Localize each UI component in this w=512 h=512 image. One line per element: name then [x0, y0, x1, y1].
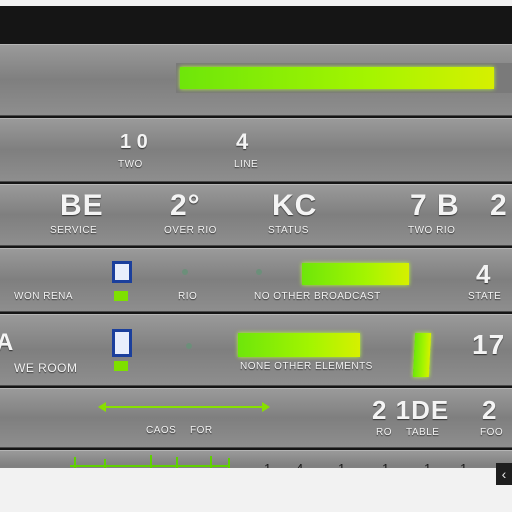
scale-tick-label: 1 [460, 461, 468, 468]
row4-left-label: WE ROOM [14, 361, 78, 375]
channel-level-icon [114, 361, 128, 371]
info-panel-6: 1 4 1 1 1 1 [0, 450, 512, 468]
chevron-left-icon[interactable]: ‹ [496, 463, 512, 485]
waveform-peak [228, 458, 230, 468]
waveform-peak [150, 455, 152, 468]
readout-right-value: 4 [236, 129, 249, 154]
row5-right-label-b: TABLE [406, 427, 440, 438]
scale-tick-label: 1 [424, 461, 432, 468]
indicator-dot [256, 269, 262, 275]
row3-mid-label: RIO [178, 291, 198, 302]
info-panel-3: WON RENA RIO NO OTHER BROADCAST 4 STATE [0, 248, 512, 312]
row4-level-bar-side [412, 333, 432, 377]
waveform-peak [210, 456, 212, 468]
row3-level-bar [302, 263, 409, 285]
arrow-right-icon [262, 402, 270, 412]
indicator-dot [182, 269, 188, 275]
scale-tick-label: 1 [264, 461, 272, 468]
channel-icon [112, 329, 132, 357]
readout-1-label: SERVICE [50, 225, 98, 236]
readout-5-value: 2 [490, 189, 508, 222]
scale-tick-label: 4 [296, 461, 304, 468]
row5-right-label-c: FOO [480, 427, 504, 438]
channel-icon [112, 261, 132, 283]
row3-right-label: STATE [468, 291, 502, 302]
readout-right-label: LINE [234, 159, 259, 170]
row4-level-bar [238, 333, 360, 357]
range-label-a: CAOS [146, 425, 177, 436]
row3-left-label: WON RENA [14, 291, 73, 302]
readout-4-value: 7 B [410, 189, 460, 222]
readout-4-label: TWO RIO [408, 225, 456, 236]
top-progress-bar [180, 67, 494, 89]
channel-level-icon [114, 291, 128, 301]
info-panel-1: 1 0 TWO 4 LINE [0, 118, 512, 182]
info-panel-2: BE SERVICE 2° OVER RIO KC STATUS 7 B TWO… [0, 184, 512, 246]
row5-right-label-a: RO [376, 427, 392, 438]
status-panel-top [0, 44, 512, 116]
row4-left-value: A [0, 329, 15, 356]
indicator-dot [186, 343, 192, 349]
readout-2-label: OVER RIO [164, 225, 217, 236]
row4-center-label: NONE OTHER ELEMENTS [240, 361, 373, 372]
readout-3-label: STATUS [268, 225, 309, 236]
arrow-left-icon [98, 402, 106, 412]
row4-right-value: 17 [472, 329, 506, 360]
range-axis [106, 406, 262, 408]
range-label-b: FOR [190, 425, 213, 436]
waveform-peak [104, 459, 106, 468]
readout-left-label: TWO [118, 159, 143, 170]
info-panel-4: A WE ROOM NONE OTHER ELEMENTS 17 [0, 314, 512, 386]
row5-right-value: 2 1DE [372, 395, 450, 425]
row5-far-value: 2 [482, 395, 498, 425]
waveform-peak [74, 457, 76, 468]
info-panel-5: CAOS FOR 2 1DE 2 RO TABLE FOO [0, 388, 512, 448]
row3-right-value: 4 [476, 259, 491, 289]
readout-left-value: 1 0 [120, 131, 148, 153]
readout-1-value: BE [60, 189, 104, 222]
readout-2-value: 2° [170, 189, 201, 222]
scale-tick-label: 1 [382, 461, 390, 468]
waveform-peak [176, 457, 178, 468]
readout-3-value: KC [272, 189, 318, 222]
row3-center-label: NO OTHER BROADCAST [254, 291, 381, 302]
scale-tick-label: 1 [338, 461, 346, 468]
dashboard-screen: 1 0 TWO 4 LINE BE SERVICE 2° OVER RIO KC… [0, 6, 512, 468]
